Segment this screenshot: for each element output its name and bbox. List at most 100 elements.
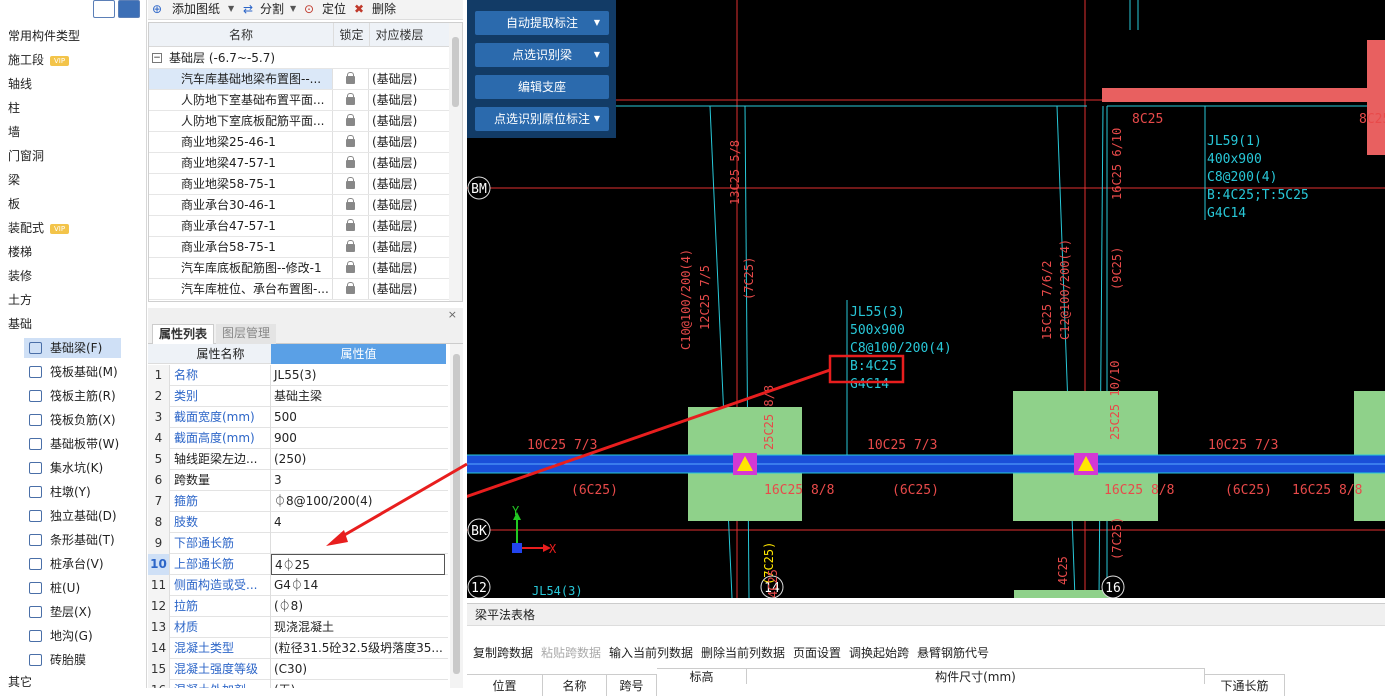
property-row[interactable]: 4 截面高度(mm) 900: [148, 428, 448, 449]
property-row[interactable]: 5 轴线距梁左边... (250): [148, 449, 448, 470]
property-value[interactable]: 900: [271, 428, 445, 449]
drawing-row[interactable]: 商业承台30-46-1 (基础层): [149, 195, 449, 216]
cad-menu-button[interactable]: 编辑支座: [475, 75, 609, 99]
property-value[interactable]: 4: [271, 512, 445, 533]
property-scrollbar[interactable]: [450, 344, 463, 688]
lock-cell[interactable]: [333, 279, 369, 299]
property-value[interactable]: 现浇混凝土: [271, 617, 445, 638]
property-value[interactable]: (粒径31.5砼32.5级坍落度35...: [271, 638, 445, 659]
property-row[interactable]: 16混凝土外加剂(无): [148, 680, 448, 688]
lock-cell[interactable]: [333, 69, 369, 89]
category-item[interactable]: 板: [8, 194, 20, 214]
property-row[interactable]: 10 上部通长筋 4⏀25: [148, 554, 448, 575]
property-row[interactable]: 14 混凝土类型 (粒径31.5砼32.5级坍落度35...: [148, 638, 448, 659]
selected-beam[interactable]: [1102, 88, 1385, 102]
property-value[interactable]: [271, 533, 445, 554]
lock-cell[interactable]: [333, 258, 369, 278]
property-value[interactable]: 4⏀25: [271, 554, 445, 575]
category-item[interactable]: 楼梯: [8, 242, 32, 262]
foundation-item[interactable]: 砖胎膜: [24, 650, 121, 670]
property-row[interactable]: 8 肢数 4: [148, 512, 448, 533]
property-value[interactable]: (250): [271, 449, 445, 470]
add-drawing-button[interactable]: 添加图纸: [172, 0, 220, 18]
foundation-item[interactable]: 条形基础(T): [24, 530, 121, 550]
foundation-item[interactable]: 垫层(X): [24, 602, 121, 622]
foundation-item[interactable]: 筏板基础(M): [24, 362, 121, 382]
selected-beam[interactable]: [1367, 40, 1385, 155]
lock-icon[interactable]: [346, 219, 355, 231]
lock-icon[interactable]: [346, 114, 355, 126]
table-tool-button[interactable]: 复制跨数据: [473, 644, 533, 661]
property-row[interactable]: 12 拉筋 (⏀8): [148, 596, 448, 617]
lock-cell[interactable]: [333, 174, 369, 194]
lock-cell[interactable]: [333, 195, 369, 215]
foundation-item[interactable]: 基础板带(W): [24, 434, 121, 454]
drawing-row[interactable]: 人防地下室基础布置平面... (基础层): [149, 90, 449, 111]
property-row[interactable]: 3 截面宽度(mm) 500: [148, 407, 448, 428]
table-tool-button[interactable]: 输入当前列数据: [609, 644, 693, 661]
beam-table-header[interactable]: 构件尺寸(mm): [747, 668, 1205, 684]
property-row[interactable]: 6 跨数量 3: [148, 470, 448, 491]
property-value[interactable]: G4⏀14: [271, 575, 445, 596]
property-value[interactable]: 3: [271, 470, 445, 491]
lock-icon[interactable]: [346, 198, 355, 210]
property-row[interactable]: 9 下部通长筋: [148, 533, 448, 554]
drawing-row[interactable]: 商业地梁25-46-1 (基础层): [149, 132, 449, 153]
category-item[interactable]: 常用构件类型: [8, 26, 80, 46]
foundation-item[interactable]: 桩承台(V): [24, 554, 121, 574]
drawing-row[interactable]: 汽车库桩位、承台布置图-... (基础层): [149, 279, 449, 300]
drawing-row[interactable]: 商业地梁58-75-1 (基础层): [149, 174, 449, 195]
table-tool-button[interactable]: 悬臂钢筋代号: [917, 644, 989, 661]
category-item[interactable]: 施工段 VIP: [8, 50, 70, 70]
scrollbar-thumb[interactable]: [452, 37, 459, 107]
property-value[interactable]: JL55(3): [271, 365, 445, 386]
tab-property-list[interactable]: 属性列表: [152, 324, 215, 344]
drawing-row[interactable]: 汽车库基础地梁布置图--... (基础层): [149, 69, 449, 90]
lock-icon[interactable]: [346, 72, 355, 84]
cad-menu-button[interactable]: 点选识别原位标注 ▼: [475, 107, 609, 131]
lock-icon[interactable]: [346, 282, 355, 294]
property-value[interactable]: (C30): [271, 659, 445, 680]
category-item[interactable]: 墙: [8, 122, 20, 142]
property-value[interactable]: 基础主梁: [271, 386, 445, 407]
foundation-item[interactable]: 集水坑(K): [24, 458, 121, 478]
lock-icon[interactable]: [346, 93, 355, 105]
group-row[interactable]: − 基础层 (-6.7~-5.7): [149, 48, 449, 69]
table-tool-button[interactable]: 调换起始跨: [849, 644, 909, 661]
category-item[interactable]: 土方: [8, 290, 32, 310]
split-button[interactable]: 分割: [260, 0, 284, 18]
delete-button[interactable]: 删除: [372, 0, 396, 18]
lock-icon[interactable]: [346, 156, 355, 168]
col-header-floor[interactable]: 对应楼层: [369, 23, 429, 47]
property-value[interactable]: (无): [271, 680, 445, 688]
list-view-icon[interactable]: [93, 0, 115, 18]
property-value[interactable]: 500: [271, 407, 445, 428]
scrollbar-thumb[interactable]: [453, 354, 460, 674]
drawing-row[interactable]: 人防地下室底板配筋平面... (基础层): [149, 111, 449, 132]
lock-icon[interactable]: [346, 240, 355, 252]
foundation-item[interactable]: 独立基础(D): [24, 506, 121, 526]
foundation-item[interactable]: 筏板负筋(X): [24, 410, 121, 430]
pile-cap[interactable]: [1014, 590, 1114, 598]
foundation-item[interactable]: 柱墩(Y): [24, 482, 121, 502]
category-item[interactable]: 装配式 VIP: [8, 218, 70, 238]
table-tool-button[interactable]: 页面设置: [793, 644, 841, 661]
property-row[interactable]: 7 箍筋 ⏀8@100/200(4): [148, 491, 448, 512]
category-other[interactable]: 其它: [8, 672, 32, 688]
property-value[interactable]: ⏀8@100/200(4): [271, 491, 445, 512]
beam-table-header[interactable]: 跨号: [607, 674, 657, 696]
property-value[interactable]: (⏀8): [271, 596, 445, 617]
lock-cell[interactable]: [333, 216, 369, 236]
lock-cell[interactable]: [333, 90, 369, 110]
lock-icon[interactable]: [346, 135, 355, 147]
property-row[interactable]: 13 材质 现浇混凝土: [148, 617, 448, 638]
lock-cell[interactable]: [333, 132, 369, 152]
tab-layer-management[interactable]: 图层管理: [216, 324, 277, 344]
close-icon[interactable]: ×: [448, 308, 457, 321]
category-item[interactable]: 柱: [8, 98, 20, 118]
category-item[interactable]: 基础: [8, 314, 32, 334]
lock-icon[interactable]: [346, 261, 355, 273]
foundation-item[interactable]: 筏板主筋(R): [24, 386, 121, 406]
col-header-lock[interactable]: 锁定: [333, 23, 369, 47]
scrollbar[interactable]: [449, 23, 462, 301]
